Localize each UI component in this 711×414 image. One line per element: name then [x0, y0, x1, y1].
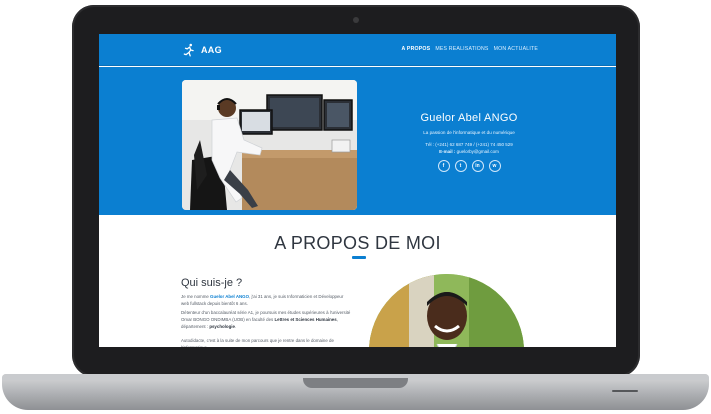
section-title: A PROPOS DE MOI: [274, 233, 441, 253]
hero-name: Guelor Abel ANGO: [420, 112, 518, 124]
phone-label: Tél :: [425, 142, 434, 147]
nav-link-about[interactable]: A PROPOS: [402, 46, 431, 52]
hero-photo: [182, 80, 357, 210]
intro-paragraph: Je me nomme Guelor Abel ANGO, j'ai 31 an…: [181, 293, 351, 307]
twitter-icon[interactable]: t: [454, 160, 467, 172]
hero-email: E-mail : guelorby@gmail.com: [369, 149, 569, 154]
phone-value[interactable]: (+241) 62 687 749 / (+241) 74 450 529: [435, 142, 513, 147]
navbar: AAG A PROPOS MES REALISATIONS MON ACTUAL…: [99, 34, 616, 66]
brand-text: AAG: [201, 45, 222, 55]
portrait-photo: [369, 274, 524, 347]
facebook-icon[interactable]: f: [437, 160, 450, 172]
edu-text-c: .: [234, 324, 237, 329]
running-person-icon: [183, 43, 194, 57]
portrait-illustration: [369, 274, 524, 347]
selftaught-paragraph: Autodidacte, c'est à la suite de mon par…: [181, 338, 334, 347]
brand-logo[interactable]: AAG: [182, 43, 222, 57]
hero-info: Guelor Abel ANGO La passion de l'informa…: [369, 112, 569, 172]
email-value[interactable]: guelorby@gmail.com: [457, 149, 499, 154]
webcam: [353, 17, 359, 23]
email-label: E-mail :: [439, 149, 456, 154]
laptop-mockup: AAG A PROPOS MES REALISATIONS MON ACTUAL…: [0, 0, 711, 414]
trackpad-notch: [303, 378, 408, 388]
edu-department: psychologie: [209, 324, 235, 329]
nav-link-works[interactable]: MES REALISATIONS: [435, 46, 488, 52]
hero-section: Guelor Abel ANGO La passion de l'informa…: [99, 67, 616, 215]
intro-text-a: Je me nomme: [181, 294, 211, 299]
social-links: f t in w: [369, 160, 569, 172]
hero-tagline: La passion de l'informatique et du numér…: [423, 130, 515, 135]
linkedin-icon[interactable]: in: [471, 160, 484, 172]
office-photo-illustration: [182, 80, 357, 210]
title-underline: [352, 256, 366, 259]
intro-name: Guelor Abel ANGO: [210, 294, 249, 299]
who-heading: Qui suis-je ?: [181, 277, 243, 289]
whatsapp-icon[interactable]: w: [488, 160, 501, 172]
nav-links: A PROPOS MES REALISATIONS MON ACTUALITE: [402, 46, 538, 52]
screen[interactable]: AAG A PROPOS MES REALISATIONS MON ACTUAL…: [99, 34, 616, 347]
hero-phone: Tél : (+241) 62 687 749 / (+241) 74 450 …: [369, 142, 569, 147]
education-paragraph: Détenteur d'un baccalauréat série A1, je…: [181, 309, 351, 330]
nav-link-news[interactable]: MON ACTUALITE: [494, 46, 538, 52]
indicator-light: [612, 390, 638, 392]
edu-faculty: Lettres et Sciences Humaines: [274, 317, 337, 322]
